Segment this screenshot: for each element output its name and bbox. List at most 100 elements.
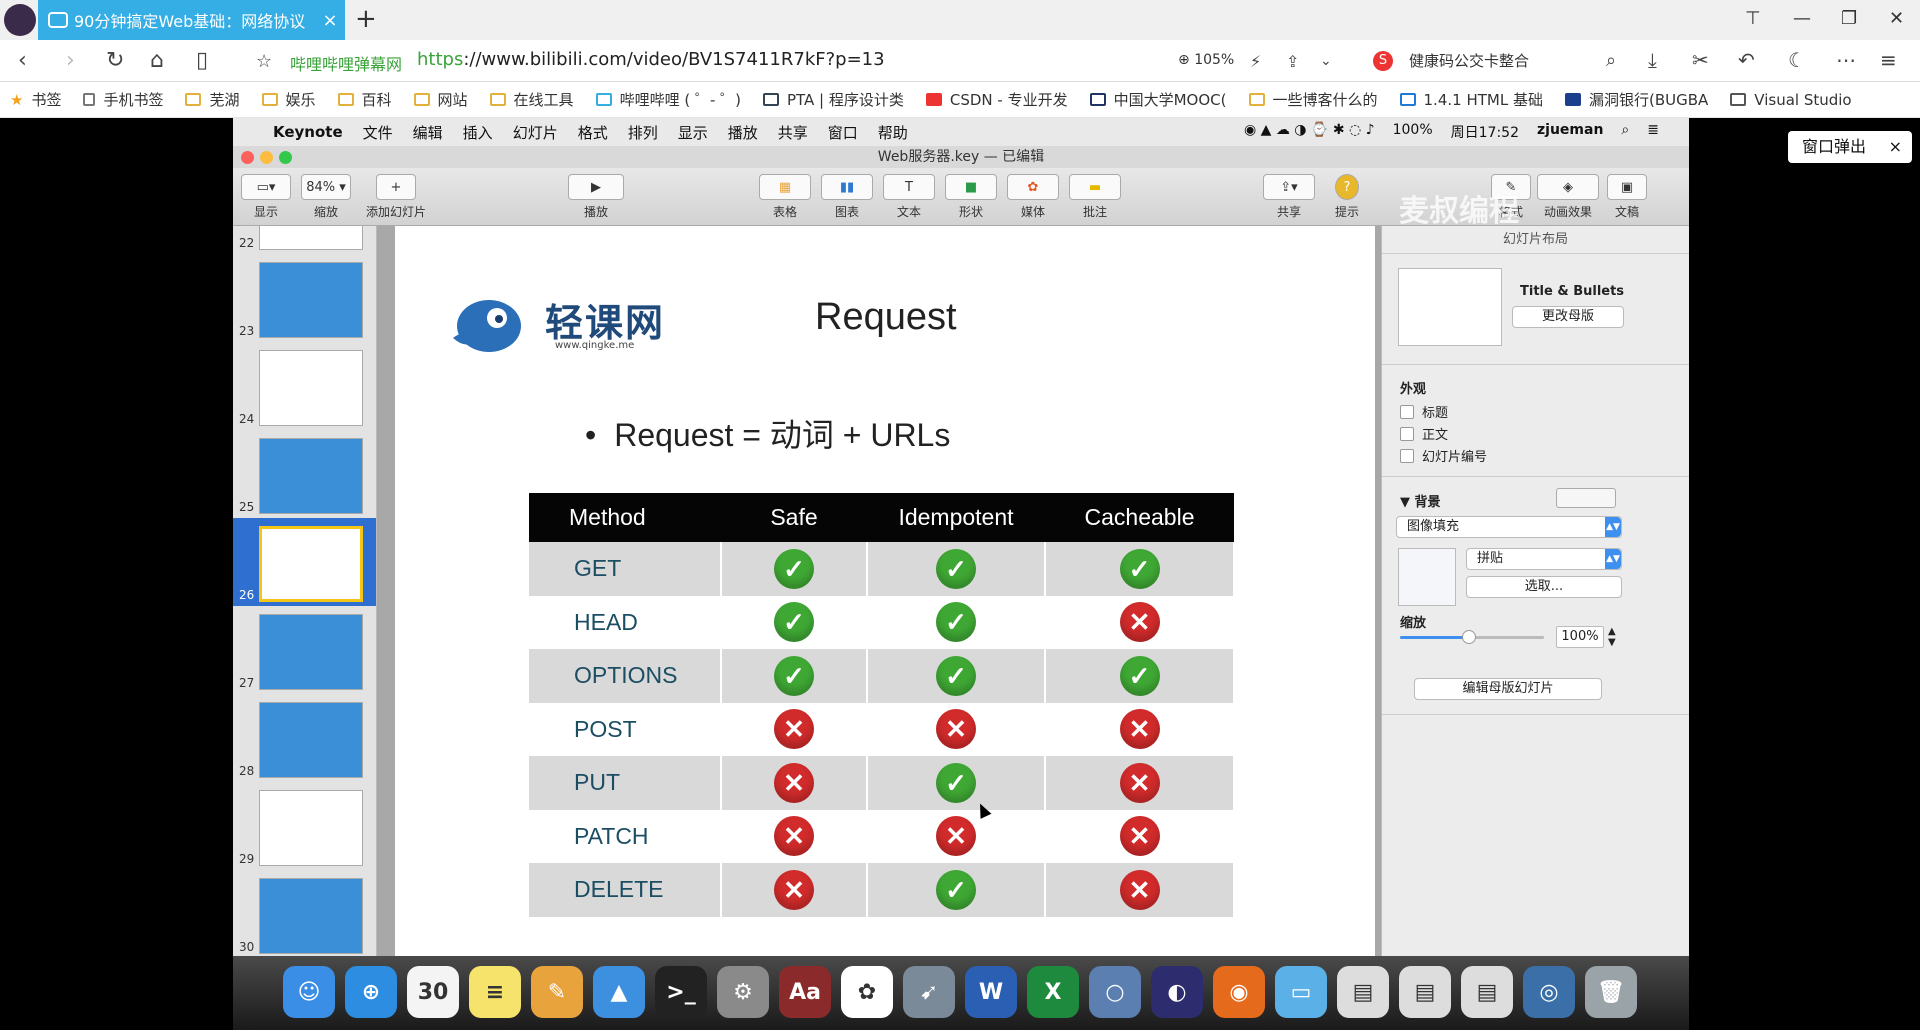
- dock-keynote-icon[interactable]: ▲: [593, 966, 645, 1018]
- title-checkbox[interactable]: 标题: [1400, 402, 1448, 421]
- background-color-well[interactable]: [1556, 488, 1616, 508]
- undo-icon[interactable]: ↶: [1738, 48, 1755, 72]
- close-window-button[interactable]: ✕: [1889, 8, 1904, 29]
- menu-item[interactable]: 编辑: [413, 122, 443, 143]
- lightning-icon[interactable]: ⚡: [1250, 52, 1261, 71]
- dock-disk-icon[interactable]: ◎: [1523, 966, 1575, 1018]
- menu-item[interactable]: 显示: [678, 122, 708, 143]
- bookmark-item[interactable]: 手机书签: [83, 89, 163, 110]
- slide-thumbnail[interactable]: 30: [233, 870, 376, 956]
- play-button[interactable]: ▶ 播放: [568, 174, 624, 220]
- dock-terminal-icon[interactable]: >_: [655, 966, 707, 1018]
- menu-item[interactable]: 播放: [728, 122, 758, 143]
- battery-label[interactable]: 100%: [1393, 122, 1433, 142]
- slide-bullet[interactable]: • Request = 动词 + URLs: [585, 410, 950, 456]
- bookmark-item[interactable]: 哔哩哔哩 ( ゜- ゜): [595, 89, 741, 110]
- user-name[interactable]: zjueman: [1537, 122, 1603, 142]
- dock-photos-icon[interactable]: ✿: [841, 966, 893, 1018]
- minimize-window-dot[interactable]: [260, 151, 273, 164]
- popout-window-button[interactable]: 窗口弹出 ×: [1788, 131, 1912, 163]
- popout-close-button[interactable]: ×: [1889, 131, 1902, 163]
- chart-button[interactable]: ▮▮ 图表: [821, 174, 873, 220]
- slide-thumbnail[interactable]: 27: [233, 606, 376, 694]
- forward-button[interactable]: ›: [66, 48, 75, 73]
- shape-button[interactable]: ■ 形状: [945, 174, 997, 220]
- video-player[interactable]: Keynote 文件 编辑 插入 幻灯片 格式 排列 显示 播放 共享 窗口 帮…: [233, 118, 1689, 1030]
- search-input[interactable]: S 健康码公交卡整合: [1368, 48, 1628, 74]
- slide-title[interactable]: Request: [815, 296, 957, 339]
- bookmark-item[interactable]: PTA | 程序设计类: [762, 89, 904, 110]
- dock-doc2-icon[interactable]: ▤: [1399, 966, 1451, 1018]
- scissors-icon[interactable]: ✂: [1692, 48, 1709, 72]
- status-icons[interactable]: ◉ ▲ ☁ ◑ ⌚ ✱ ◌ ♪: [1244, 122, 1375, 142]
- bookmark-item[interactable]: 1.4.1 HTML 基础: [1399, 89, 1543, 110]
- zoom-level[interactable]: ⊕ 105%: [1178, 52, 1234, 68]
- slide-number-checkbox[interactable]: 幻灯片编号: [1400, 446, 1487, 465]
- spotlight-icon[interactable]: ⌕: [1621, 122, 1629, 142]
- download-icon[interactable]: ⤓: [1648, 48, 1657, 72]
- clock[interactable]: 周日17:52: [1451, 122, 1519, 142]
- reload-button[interactable]: ↻: [106, 48, 124, 73]
- search-icon[interactable]: ⌕: [1606, 50, 1616, 71]
- tile-select[interactable]: 拼贴 ▲▼: [1466, 548, 1622, 570]
- slide-thumbnail[interactable]: 24: [233, 342, 376, 430]
- menu-item[interactable]: 共享: [778, 122, 808, 143]
- menu-item-keynote[interactable]: Keynote: [273, 123, 343, 141]
- bookmark-folder[interactable]: 百科: [337, 89, 392, 110]
- home-button[interactable]: ⌂: [150, 48, 164, 73]
- bookmark-folder[interactable]: 在线工具: [489, 89, 574, 110]
- chevron-down-icon[interactable]: ⌄: [1320, 53, 1332, 69]
- back-button[interactable]: ‹: [18, 48, 27, 73]
- dock-launchpad-icon[interactable]: ➹: [903, 966, 955, 1018]
- dock-doc3-icon[interactable]: ▤: [1461, 966, 1513, 1018]
- bookmark-item[interactable]: Visual Studio: [1730, 91, 1852, 109]
- menu-item[interactable]: 文件: [363, 122, 393, 143]
- slide-thumbnail-selected[interactable]: 26: [233, 518, 376, 606]
- dock-calendar-icon[interactable]: 30: [407, 966, 459, 1018]
- menu-item[interactable]: 帮助: [878, 122, 908, 143]
- dock-qq-icon[interactable]: ○: [1089, 966, 1141, 1018]
- bookmark-folder[interactable]: 网站: [413, 89, 468, 110]
- body-checkbox[interactable]: 正文: [1400, 424, 1448, 443]
- dock-notes-icon[interactable]: ≡: [469, 966, 521, 1018]
- share-icon[interactable]: ⇪: [1286, 52, 1299, 71]
- add-slide-button[interactable]: + 添加幻灯片: [361, 174, 431, 220]
- notification-center-icon[interactable]: ≣: [1647, 122, 1659, 142]
- dock-doc1-icon[interactable]: ▤: [1337, 966, 1389, 1018]
- comment-button[interactable]: ▬ 批注: [1069, 174, 1121, 220]
- bookmark-item[interactable]: CSDN - 专业开发: [925, 89, 1068, 110]
- slide-canvas[interactable]: 轻课网 www.qingke.me Request • Request = 动词 …: [395, 226, 1375, 956]
- dock-finder-icon[interactable]: ☺: [283, 966, 335, 1018]
- menu-icon[interactable]: ≡: [1880, 48, 1897, 72]
- restore-button[interactable]: ❐: [1841, 8, 1857, 29]
- shirt-skin-icon[interactable]: ⊤: [1745, 8, 1761, 29]
- bookmark-item[interactable]: ★ 书签: [10, 89, 61, 110]
- menu-item[interactable]: 窗口: [828, 122, 858, 143]
- bookmark-folder[interactable]: 芜湖: [185, 89, 240, 110]
- dock-pages-icon[interactable]: ✎: [531, 966, 583, 1018]
- dock-word-icon[interactable]: W: [965, 966, 1017, 1018]
- document-button[interactable]: ▣ 文稿: [1607, 174, 1647, 220]
- minimize-button[interactable]: —: [1793, 8, 1811, 29]
- url-field[interactable]: https://www.bilibili.com/video/BV1S7411R…: [417, 49, 885, 70]
- new-tab-button[interactable]: +: [355, 4, 377, 34]
- slide-thumbnail[interactable]: 25: [233, 430, 376, 518]
- media-button[interactable]: ✿ 媒体: [1007, 174, 1059, 220]
- bookmark-item[interactable]: 中国大学MOOC(: [1089, 89, 1227, 110]
- dock-excel-icon[interactable]: X: [1027, 966, 1079, 1018]
- more-icon[interactable]: ⋯: [1836, 48, 1856, 72]
- edit-master-button[interactable]: 编辑母版幻灯片: [1414, 678, 1602, 700]
- slide-thumbnail[interactable]: 28: [233, 694, 376, 782]
- dock-folder-icon[interactable]: ▭: [1275, 966, 1327, 1018]
- view-button[interactable]: ▭▾ 显示: [241, 174, 291, 220]
- scale-stepper-icon[interactable]: ▲ ▼: [1608, 626, 1616, 648]
- text-button[interactable]: T 文本: [883, 174, 935, 220]
- image-fill-preview[interactable]: [1398, 548, 1456, 606]
- tab-close-button[interactable]: ×: [315, 10, 345, 31]
- dock-firefox-icon[interactable]: ◉: [1213, 966, 1265, 1018]
- fill-type-select[interactable]: 图像填充 ▲▼: [1396, 516, 1622, 538]
- menu-item[interactable]: 格式: [578, 122, 608, 143]
- dock-dictionary-icon[interactable]: Aa: [779, 966, 831, 1018]
- moon-icon[interactable]: ☾: [1788, 48, 1806, 72]
- scale-slider-knob[interactable]: [1462, 630, 1477, 644]
